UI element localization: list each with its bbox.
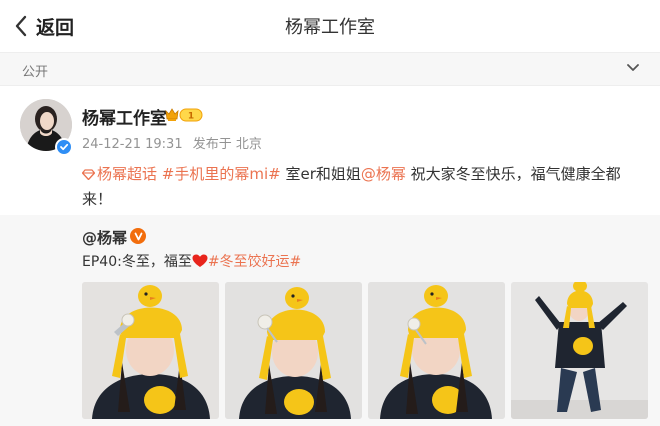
- verified-icon: [55, 138, 73, 156]
- photo-1[interactable]: [82, 282, 219, 419]
- post-text-part1: 室er和姐姐: [280, 165, 361, 183]
- photo-4-image: [511, 282, 648, 419]
- photo-2[interactable]: [225, 282, 362, 419]
- repost-block[interactable]: @杨幂 EP40:冬至，福至 #冬至饺好运#: [0, 215, 660, 426]
- visibility-selector[interactable]: 公开: [0, 52, 660, 86]
- mention-link[interactable]: @杨幂: [361, 165, 406, 183]
- photo-2-image: [225, 282, 362, 419]
- visibility-label: 公开: [22, 65, 49, 80]
- repost-hashtag-link[interactable]: #冬至饺好运#: [208, 254, 301, 270]
- post-source: 发布于 北京: [192, 137, 262, 152]
- photo-4[interactable]: [511, 282, 648, 419]
- member-level-badge: 1: [165, 108, 203, 122]
- badge-level-text: 1: [188, 112, 194, 122]
- hashtag-link[interactable]: #手机里的幂mi#: [162, 165, 281, 183]
- repost-text: EP40:冬至，福至 #冬至饺好运#: [82, 251, 301, 273]
- author-name[interactable]: 杨幂工作室: [82, 104, 167, 129]
- post-time: 24-12-21 19:31: [82, 137, 183, 152]
- super-topic-link[interactable]: 杨幂超话: [82, 165, 157, 183]
- post-text: 杨幂超话 #手机里的幂mi# 室er和姐姐@杨幂 祝大家冬至快乐，福气健康全都来…: [82, 162, 648, 212]
- super-topic-icon: [82, 169, 95, 180]
- photo-1-image: [82, 282, 219, 419]
- super-topic-label: 杨幂超话: [97, 165, 158, 183]
- repost-text-prefix: EP40:冬至，福至: [82, 254, 192, 270]
- repost-author[interactable]: @杨幂: [82, 227, 127, 248]
- photo-3-image: [368, 282, 505, 419]
- post-meta: 24-12-21 19:31 发布于 北京: [82, 133, 268, 152]
- heart-icon: [192, 254, 208, 267]
- photo-3[interactable]: [368, 282, 505, 419]
- vip-verified-icon: [130, 228, 146, 244]
- page-title: 杨幂工作室: [285, 17, 375, 38]
- chevron-down-icon: [627, 64, 639, 71]
- top-nav-bar: 返回 杨幂工作室: [0, 0, 660, 52]
- photo-grid: [82, 282, 648, 419]
